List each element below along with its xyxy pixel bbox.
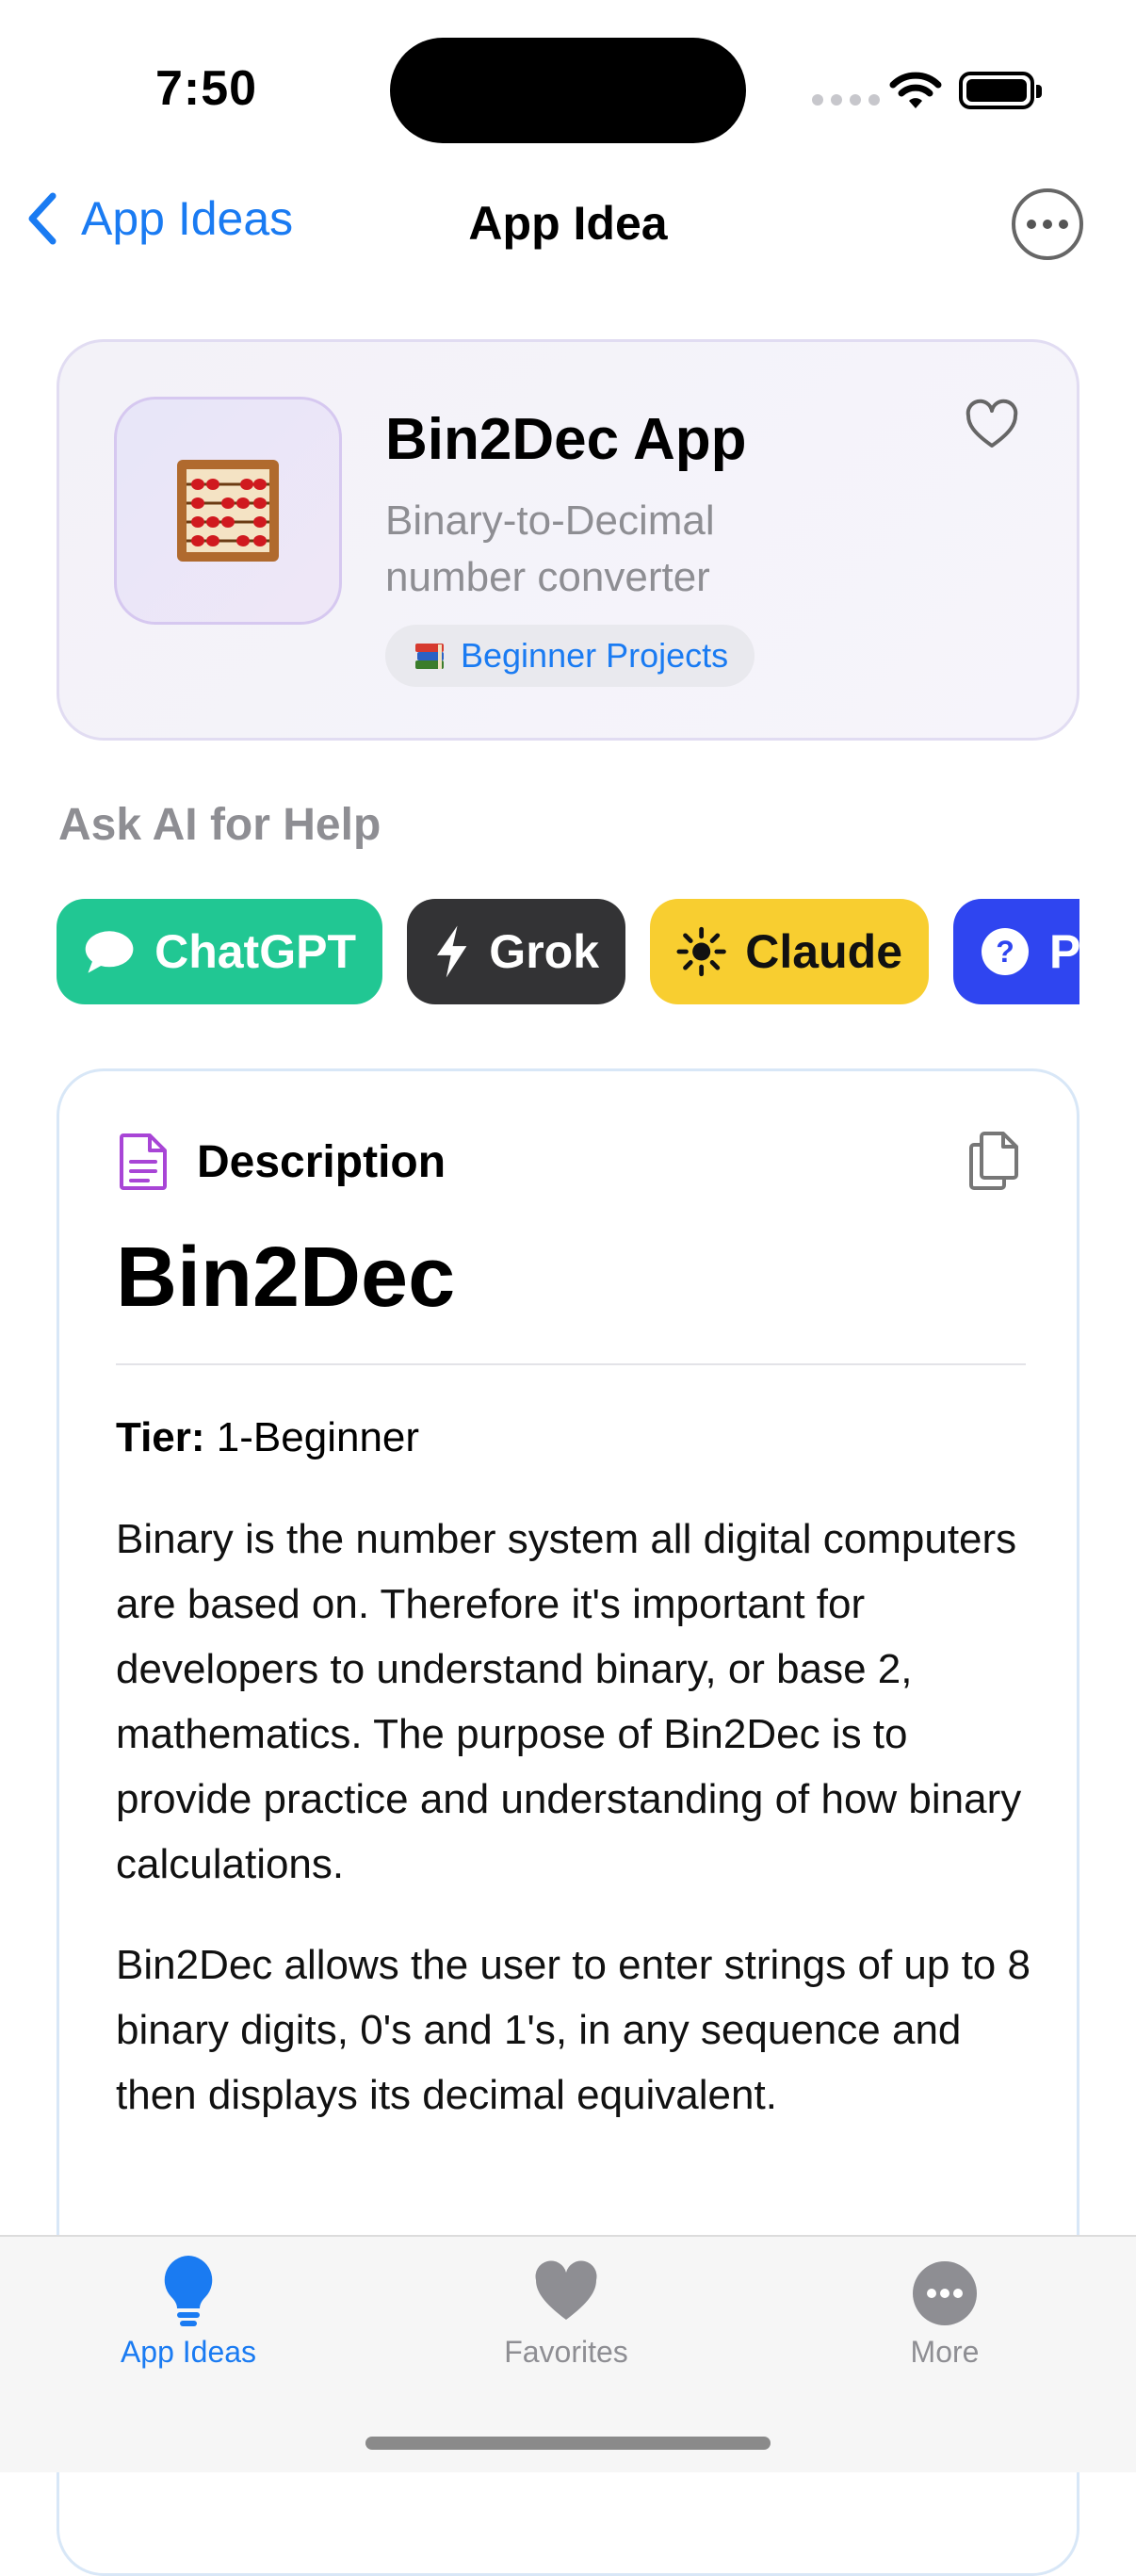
tier-label: Tier: xyxy=(116,1414,205,1460)
books-icon xyxy=(415,644,444,669)
perplexity-button[interactable]: ? P xyxy=(953,899,1079,1004)
favorite-heart-icon[interactable] xyxy=(964,399,1020,451)
tab-favorites-label: Favorites xyxy=(504,2335,628,2369)
copy-icon[interactable] xyxy=(967,1130,1020,1192)
sun-icon xyxy=(676,926,726,977)
app-name: Bin2Dec App xyxy=(385,407,747,472)
description-paragraph-2: Bin2Dec allows the user to enter strings… xyxy=(116,1942,1031,2118)
tab-app-ideas-label: App Ideas xyxy=(120,2335,257,2369)
category-chip[interactable]: Beginner Projects xyxy=(385,625,755,687)
app-header-card: Bin2Dec App Binary-to-Decimal number con… xyxy=(57,339,1079,741)
home-indicator[interactable] xyxy=(365,2437,771,2450)
navigation-bar: App Ideas App Idea xyxy=(0,179,1136,292)
ellipsis-icon xyxy=(1027,220,1036,229)
claude-button[interactable]: Claude xyxy=(650,899,929,1004)
tier-row: Tier: 1-Beginner xyxy=(116,1414,419,1461)
more-options-button[interactable] xyxy=(1012,188,1083,260)
page-title: App Idea xyxy=(468,197,668,250)
app-icon xyxy=(114,397,342,625)
document-icon xyxy=(120,1133,167,1190)
perplexity-label: P xyxy=(1049,925,1079,978)
battery-icon xyxy=(959,72,1042,109)
ai-buttons-row: ChatGPT Grok Claude ? P xyxy=(57,899,1079,1004)
divider xyxy=(116,1363,1026,1365)
description-header-label: Description xyxy=(197,1136,446,1187)
question-circle-icon: ? xyxy=(982,928,1029,975)
app-subtitle: Binary-to-Decimal number converter xyxy=(385,497,715,600)
ellipsis-circle-icon xyxy=(913,2261,977,2325)
tier-value: 1-Beginner xyxy=(216,1414,420,1460)
wifi-icon xyxy=(889,72,942,108)
heart-icon xyxy=(535,2260,597,2320)
cellular-signal-icon xyxy=(812,94,880,106)
description-paragraph-1: Binary is the number system all digital … xyxy=(116,1516,1022,1887)
tab-app-ideas[interactable]: App Ideas xyxy=(47,2252,330,2370)
grok-button[interactable]: Grok xyxy=(407,899,625,1004)
chat-bubble-icon xyxy=(85,931,134,973)
grok-label: Grok xyxy=(489,925,599,978)
chatgpt-button[interactable]: ChatGPT xyxy=(57,899,382,1004)
bolt-icon xyxy=(436,925,467,978)
ask-ai-label: Ask AI for Help xyxy=(58,800,381,850)
description-title: Bin2Dec xyxy=(116,1231,456,1325)
chatgpt-label: ChatGPT xyxy=(154,925,356,978)
category-label: Beginner Projects xyxy=(461,636,729,675)
status-time: 7:50 xyxy=(155,61,258,116)
status-bar: 7:50 xyxy=(0,0,1136,179)
svg-text:?: ? xyxy=(996,935,1014,969)
dynamic-island xyxy=(390,38,746,143)
abacus-icon xyxy=(177,460,279,562)
claude-label: Claude xyxy=(745,925,902,978)
tab-favorites[interactable]: Favorites xyxy=(425,2252,707,2370)
tab-more[interactable]: More xyxy=(803,2252,1086,2370)
tab-more-label: More xyxy=(910,2335,980,2369)
description-header: Description xyxy=(118,1132,446,1192)
lightbulb-icon xyxy=(164,2256,213,2326)
